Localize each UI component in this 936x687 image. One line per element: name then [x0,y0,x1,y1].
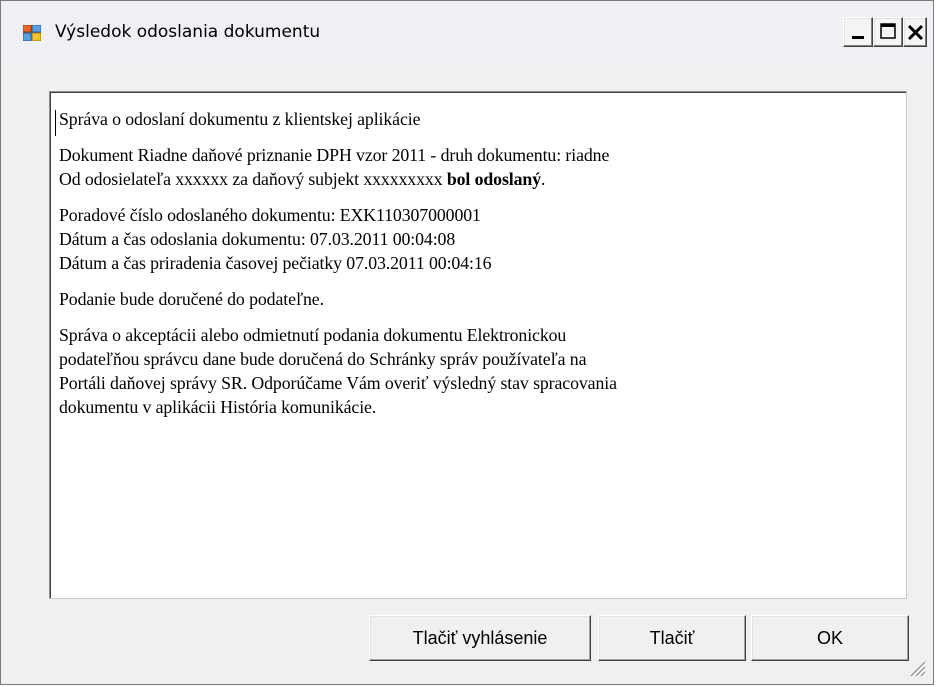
sender-prefix: Od odosielateľa xxxxxx za daňový subjekt… [59,169,447,189]
resize-grip-icon[interactable] [905,656,927,678]
info-line-3: Portáli daňovej správy SR. Odporúčame Vá… [59,373,617,393]
window-title: Výsledok odoslania dokumentu [55,22,321,42]
text-caret [55,110,56,136]
info-line-4: dokumentu v aplikácii História komunikác… [59,397,377,417]
order-number: Poradové číslo odoslaného dokumentu: EXK… [59,205,481,225]
message-text: Správa o odoslaní dokumentu z klientskej… [59,107,900,431]
info-line-1: Správa o akceptácii alebo odmietnutí pod… [59,325,567,345]
message-heading: Správa o odoslaní dokumentu z klientskej… [59,109,421,129]
sender-line: Od odosielateľa xxxxxx za daňový subjekt… [59,167,900,191]
close-icon [907,24,924,41]
minimize-button[interactable] [843,17,873,47]
sent-datetime: Dátum a čas odoslania dokumentu: 07.03.2… [59,229,456,249]
message-heading-paragraph: Správa o odoslaní dokumentu z klientskej… [59,107,900,131]
maximize-icon [880,23,896,39]
stamp-datetime: Dátum a čas priradenia časovej pečiatky … [59,253,492,273]
maximize-button[interactable] [873,17,903,47]
window-app-icon[interactable] [22,24,42,42]
minimize-icon [852,36,864,39]
document-info-paragraph: Dokument Riadne daňové priznanie DPH vzo… [59,143,900,191]
info-paragraph: Správa o akceptácii alebo odmietnutí pod… [59,323,900,419]
title-bar[interactable]: Výsledok odoslania dokumentu [1,1,933,67]
print-declaration-button[interactable]: Tlačiť vyhlásenie [369,615,591,661]
sent-status: bol odoslaný [446,169,541,189]
delivery-paragraph: Podanie bude doručené do podateľne. [59,287,900,311]
ok-button[interactable]: OK [751,615,909,661]
sender-suffix: . [540,169,546,189]
message-textbox[interactable]: Správa o odoslaní dokumentu z klientskej… [49,91,907,599]
info-line-2: podateľňou správcu dane bude doručená do… [59,349,587,369]
print-button[interactable]: Tlačiť [598,615,746,661]
close-button[interactable] [903,17,927,47]
dialog-window: Výsledok odoslania dokumentu Správa o od… [0,0,934,685]
delivery-note: Podanie bude doručené do podateľne. [59,289,324,309]
document-line: Dokument Riadne daňové priznanie DPH vzo… [59,145,610,165]
document-details-paragraph: Poradové číslo odoslaného dokumentu: EXK… [59,203,900,275]
